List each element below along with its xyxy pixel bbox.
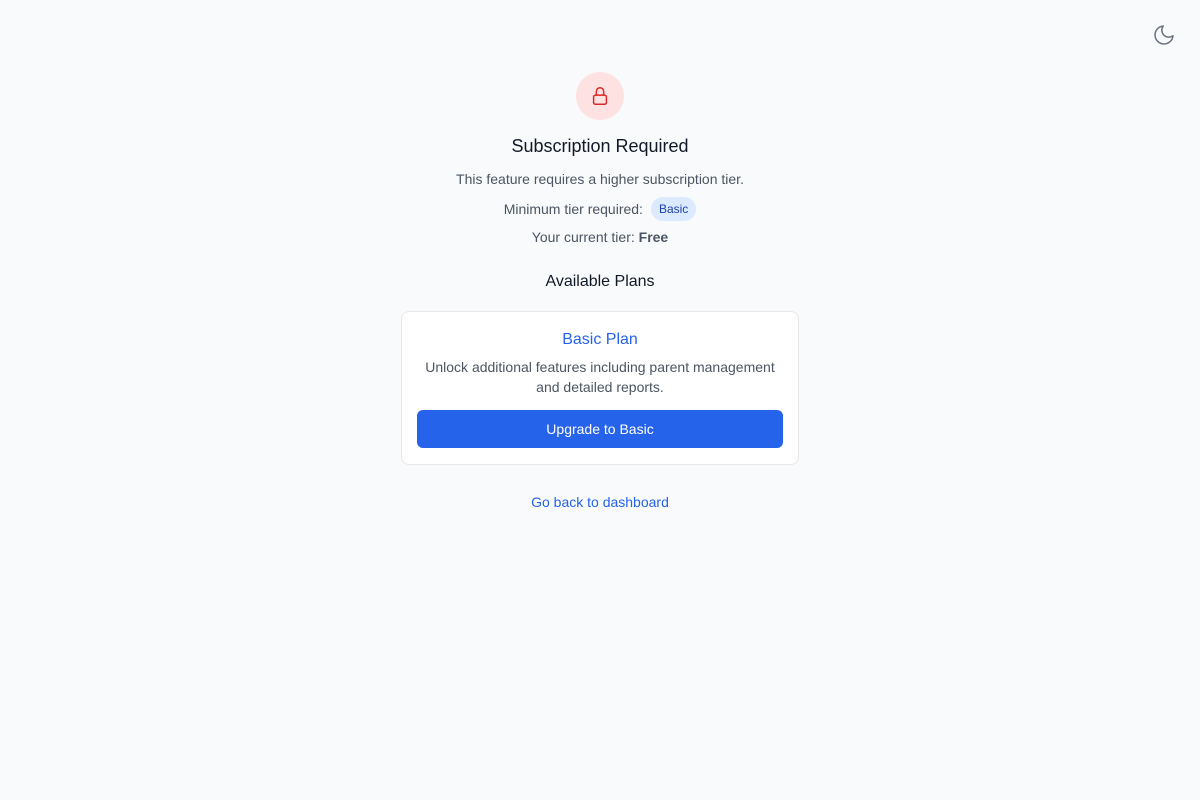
- plans-heading: Available Plans: [545, 273, 655, 290]
- page-title: Subscription Required: [511, 136, 689, 156]
- lock-icon: [592, 87, 608, 105]
- plan-name: Basic Plan: [562, 331, 638, 348]
- minimum-tier-badge: Basic: [650, 197, 697, 221]
- theme-toggle-button[interactable]: [1151, 22, 1177, 48]
- moon-icon: [1154, 25, 1174, 45]
- plan-description: Unlock additional features including par…: [425, 359, 775, 395]
- back-to-dashboard-link[interactable]: Go back to dashboard: [531, 493, 669, 511]
- upgrade-button[interactable]: Upgrade to Basic: [417, 410, 783, 448]
- minimum-tier-row: Minimum tier required: Basic: [504, 197, 697, 221]
- current-tier-value: Free: [638, 229, 669, 245]
- plan-card-basic: Basic Plan Unlock additional features in…: [401, 311, 799, 465]
- subscription-required-page: Subscription Required This feature requi…: [0, 0, 1200, 800]
- minimum-tier-label: Minimum tier required:: [503, 201, 643, 217]
- current-tier-row: Your current tier: Free: [532, 228, 668, 246]
- current-tier-label: Your current tier:: [531, 229, 635, 245]
- notice-description: This feature requires a higher subscript…: [456, 171, 744, 187]
- notice-container: Subscription Required This feature requi…: [0, 72, 1200, 511]
- lock-icon-container: [576, 72, 624, 120]
